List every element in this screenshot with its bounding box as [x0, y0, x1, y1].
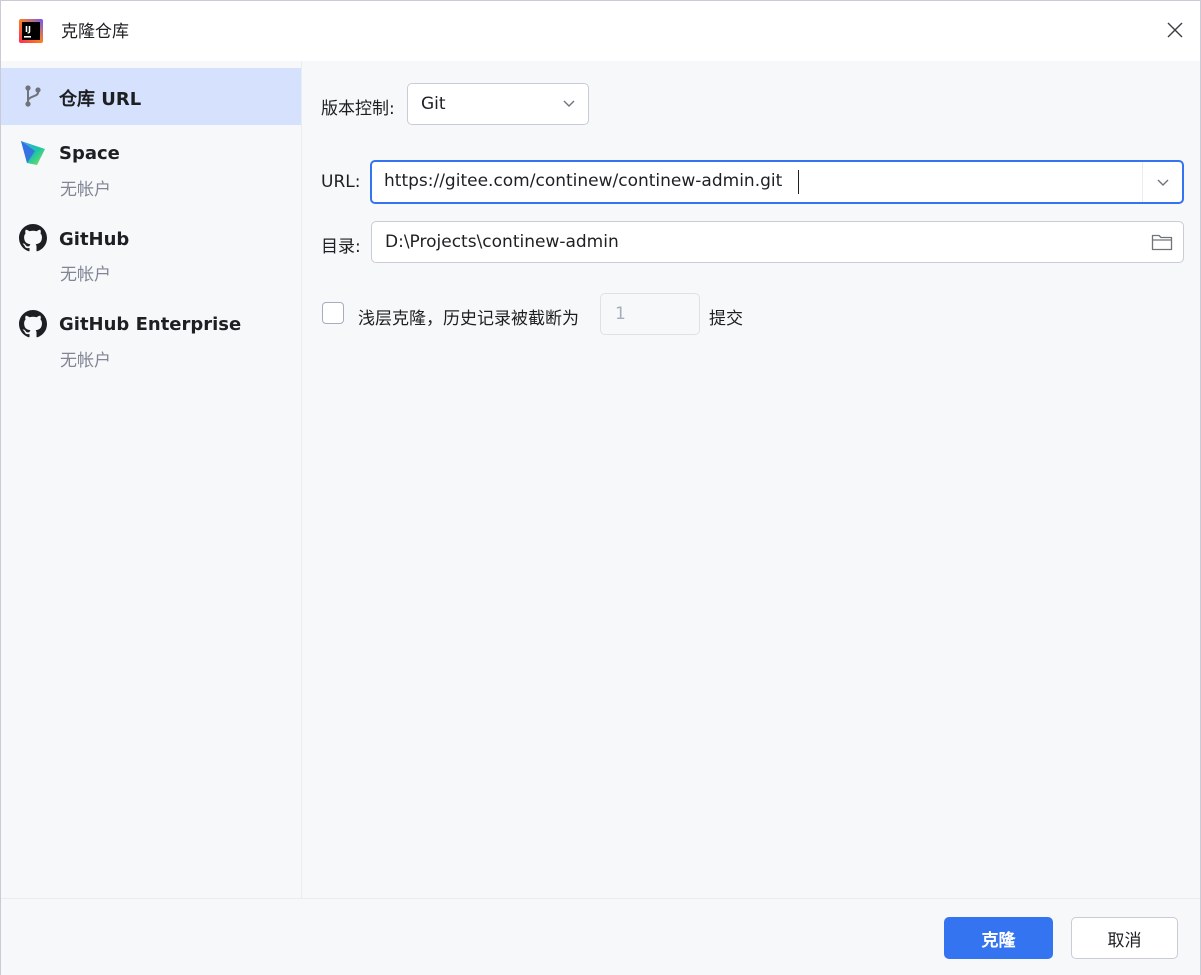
intellij-idea-icon: IJ — [19, 19, 43, 43]
directory-value: D:\Projects\continew-admin — [385, 232, 619, 252]
sidebar-item-github-enterprise[interactable]: GitHub Enterprise 无帐户 — [1, 304, 301, 374]
sidebar: 仓库 URL Space 无帐户 GitHub 无帐户 GitHub Enter… — [1, 61, 302, 898]
sidebar-item-account-status: 无帐户 — [60, 351, 111, 371]
space-logo-icon — [21, 141, 45, 165]
url-label: URL: — [321, 172, 361, 192]
directory-input[interactable]: D:\Projects\continew-admin — [371, 221, 1184, 263]
cancel-button[interactable]: 取消 — [1071, 917, 1178, 959]
sidebar-item-label: 仓库 URL — [59, 89, 142, 110]
clone-repository-dialog: IJ 克隆仓库 仓库 URL Space 无帐户 GitHub 无帐户 GitH… — [0, 0, 1201, 975]
chevron-down-icon — [563, 100, 575, 107]
shallow-clone-label: 浅层克隆，历史记录被截断为 — [358, 309, 579, 329]
sidebar-item-label: GitHub — [59, 229, 130, 250]
clone-depth-value: 1 — [615, 304, 626, 324]
sidebar-item-space[interactable]: Space 无帐户 — [1, 133, 301, 203]
url-input[interactable]: https://gitee.com/continew/continew-admi… — [370, 160, 1184, 204]
text-caret — [798, 170, 799, 194]
dialog-footer: 克隆 取消 — [1, 898, 1200, 975]
close-icon — [1167, 22, 1183, 38]
directory-label: 目录: — [321, 237, 361, 257]
vcs-label: 版本控制: — [321, 99, 395, 119]
sidebar-item-label: GitHub Enterprise — [59, 314, 242, 335]
github-icon — [19, 310, 47, 338]
sidebar-item-label: Space — [59, 143, 120, 164]
github-icon — [19, 224, 47, 252]
title-bar: IJ 克隆仓库 — [1, 1, 1200, 61]
clone-button[interactable]: 克隆 — [944, 917, 1053, 959]
clone-depth-input[interactable]: 1 — [600, 293, 700, 335]
sidebar-item-account-status: 无帐户 — [60, 265, 111, 285]
sidebar-item-github[interactable]: GitHub 无帐户 — [1, 219, 301, 289]
sidebar-item-account-status: 无帐户 — [60, 180, 111, 200]
folder-icon[interactable] — [1151, 232, 1173, 252]
vcs-selected-value: Git — [421, 94, 446, 114]
shallow-clone-checkbox[interactable] — [322, 302, 344, 324]
svg-text:IJ: IJ — [25, 25, 31, 34]
dialog-title: 克隆仓库 — [61, 22, 129, 42]
vcs-branch-icon — [25, 85, 41, 107]
close-button[interactable] — [1160, 15, 1190, 45]
vcs-select[interactable]: Git — [407, 83, 589, 125]
sidebar-item-repository-url[interactable]: 仓库 URL — [1, 68, 301, 125]
url-history-dropdown[interactable] — [1143, 162, 1182, 202]
clone-form: 版本控制: Git URL: https://gitee.com/contine… — [302, 61, 1200, 898]
commits-suffix-label: 提交 — [709, 309, 743, 329]
chevron-down-icon — [1157, 179, 1169, 186]
url-value: https://gitee.com/continew/continew-admi… — [384, 171, 783, 191]
